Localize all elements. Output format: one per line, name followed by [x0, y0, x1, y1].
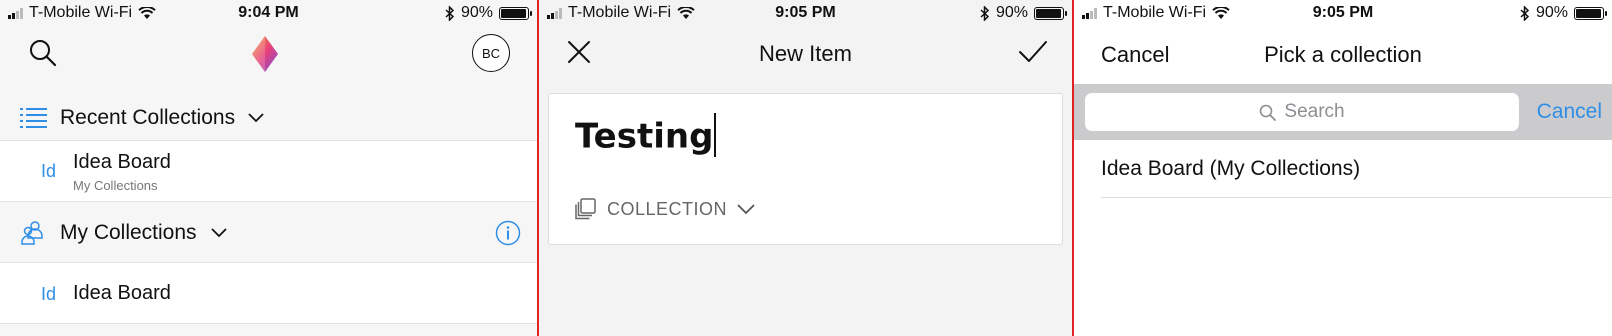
- collection-title: Idea Board: [73, 282, 171, 304]
- search-icon[interactable]: [28, 38, 58, 68]
- battery-percent: 90%: [1535, 4, 1568, 21]
- bluetooth-icon: [1520, 5, 1530, 21]
- people-icon: [21, 221, 43, 245]
- search-placeholder: Search: [1284, 101, 1345, 122]
- chevron-down-icon: [211, 228, 227, 238]
- status-right: 90%: [980, 4, 1067, 22]
- status-right: 90%: [1520, 4, 1607, 22]
- section-title: Recent Collections: [60, 106, 236, 129]
- screen-new-item: T-Mobile Wi-Fi 9:05 PM 90% New Item Test…: [539, 0, 1072, 336]
- collection-option: Idea Board (My Collections): [1101, 157, 1361, 180]
- battery-percent: 90%: [995, 4, 1028, 21]
- my-collections-header[interactable]: My Collections: [0, 213, 537, 253]
- item-title-field[interactable]: Testing: [575, 113, 717, 160]
- status-bar: T-Mobile Wi-Fi 9:04 PM 90%: [0, 0, 537, 28]
- item-title-text: Testing: [575, 116, 714, 157]
- battery-icon: [1034, 6, 1067, 20]
- info-icon[interactable]: [495, 220, 521, 246]
- collection-subtitle: My Collections: [73, 178, 158, 193]
- pick-collection-header: Pick a collection Cancel: [1074, 28, 1612, 84]
- new-item-header: New Item: [539, 28, 1072, 88]
- chevron-down-icon: [248, 113, 264, 123]
- search-input[interactable]: Search: [1085, 93, 1519, 131]
- collection-title: Idea Board: [73, 151, 171, 173]
- cancel-button[interactable]: Cancel: [1101, 42, 1169, 68]
- search-icon: [1260, 104, 1277, 121]
- status-right: 90%: [445, 4, 532, 22]
- collection-abbr: Id: [41, 161, 57, 181]
- list-item[interactable]: Id Idea Board My Collections: [0, 140, 537, 202]
- app-logo-icon: [252, 36, 278, 72]
- list-item[interactable]: Id Idea Board: [0, 262, 537, 324]
- section-title: My Collections: [60, 221, 197, 244]
- list-icon: [20, 108, 47, 128]
- battery-percent: 90%: [460, 4, 493, 21]
- status-bar: T-Mobile Wi-Fi 9:05 PM 90%: [539, 0, 1072, 28]
- checkmark-icon[interactable]: [1018, 40, 1048, 64]
- collections-header: BC: [0, 28, 537, 104]
- screen-pick-collection: T-Mobile Wi-Fi 9:05 PM 90% Pick a collec…: [1074, 0, 1612, 336]
- status-bar: T-Mobile Wi-Fi 9:05 PM 90%: [1074, 0, 1612, 28]
- search-cancel-button[interactable]: Cancel: [1537, 100, 1602, 124]
- page-title: New Item: [759, 41, 852, 66]
- chevron-down-icon: [737, 203, 755, 214]
- recent-collections-header[interactable]: Recent Collections: [0, 98, 537, 138]
- avatar[interactable]: BC: [472, 34, 510, 72]
- collection-picker[interactable]: COLLECTION: [575, 198, 755, 220]
- battery-icon: [499, 6, 532, 20]
- bluetooth-icon: [980, 5, 990, 21]
- list-item[interactable]: Idea Board (My Collections): [1101, 140, 1612, 198]
- text-cursor: [714, 113, 717, 157]
- battery-icon: [1574, 6, 1607, 20]
- collection-abbr: Id: [41, 284, 57, 304]
- collection-stack-icon: [575, 198, 596, 220]
- item-card: Testing COLLECTION: [548, 93, 1063, 245]
- bluetooth-icon: [445, 5, 455, 21]
- search-bar: Search Cancel: [1074, 84, 1612, 140]
- collection-label: COLLECTION: [607, 198, 728, 219]
- screen-collections: T-Mobile Wi-Fi 9:04 PM 90% BC Recent Col…: [0, 0, 537, 336]
